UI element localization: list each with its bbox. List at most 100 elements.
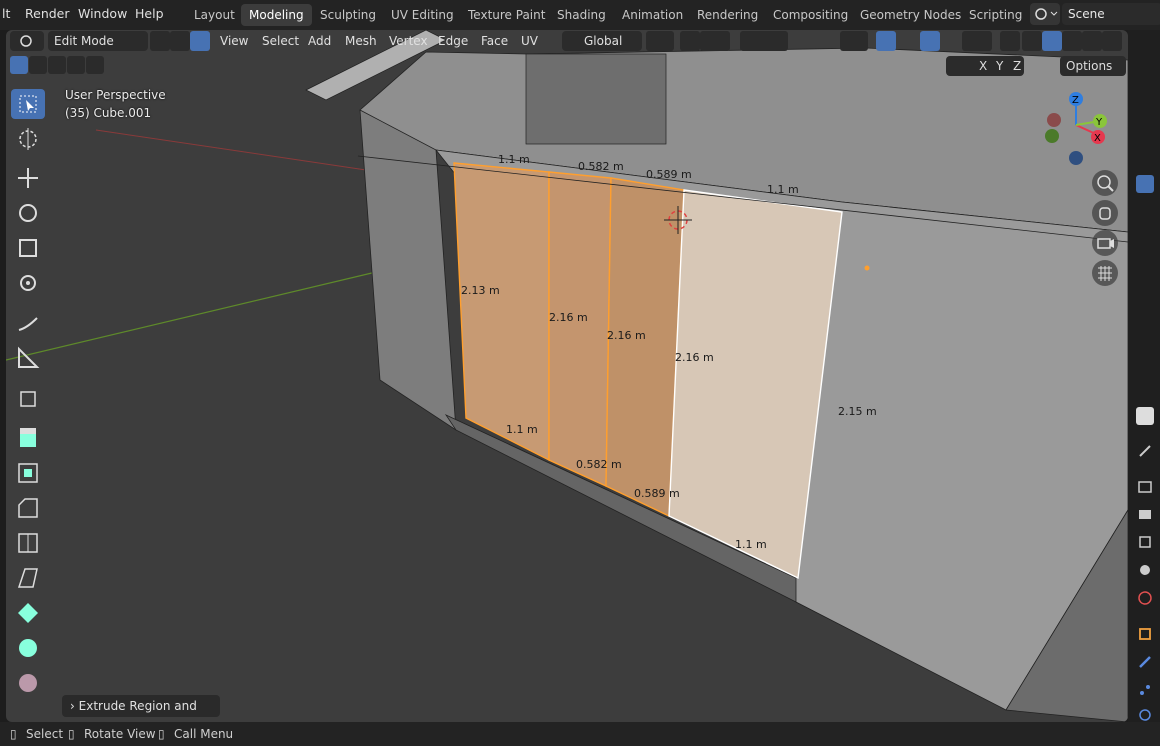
transform-orientation-dropdown[interactable]: Global — [562, 31, 642, 51]
transform-tool[interactable] — [11, 268, 45, 298]
menu-edge[interactable]: Edge — [432, 31, 474, 51]
menu-render[interactable]: Render — [25, 6, 70, 21]
status-select: Select — [26, 727, 64, 741]
edge-select-mode[interactable] — [170, 31, 190, 51]
zoom-icon — [1097, 175, 1114, 192]
mode-dropdown[interactable]: Edit Mode — [48, 31, 148, 51]
measure-label: 2.16 m — [675, 351, 714, 364]
menu-mesh[interactable]: Mesh — [339, 31, 383, 51]
navigation-gizmo[interactable]: Z Y X — [1036, 85, 1126, 175]
select-new-mode[interactable] — [10, 56, 28, 74]
wireframe-view-button[interactable] — [1022, 31, 1042, 51]
output-properties-icon[interactable] — [1136, 505, 1154, 523]
spin-tool[interactable] — [11, 633, 45, 663]
world-properties-icon[interactable] — [1136, 589, 1154, 607]
tab-texture-paint[interactable]: Texture Paint — [460, 4, 553, 26]
tab-layout[interactable]: Layout — [186, 4, 243, 26]
camera-icon — [1097, 238, 1114, 249]
scale-tool[interactable] — [11, 233, 45, 263]
inset-icon — [18, 463, 38, 483]
menu-add[interactable]: Add — [302, 31, 337, 51]
select-intersect-mode[interactable] — [86, 56, 104, 74]
cursor-tool[interactable] — [11, 124, 45, 154]
editor-type-dropdown[interactable] — [10, 31, 44, 51]
bevel-tool[interactable] — [11, 493, 45, 523]
menu-help[interactable]: Help — [135, 6, 164, 21]
snap-target-dropdown[interactable] — [700, 31, 730, 51]
tab-rendering[interactable]: Rendering — [689, 4, 766, 26]
scene-selector-button[interactable] — [1030, 3, 1060, 25]
particles-icon[interactable] — [1136, 681, 1154, 699]
poly-build-tool[interactable] — [11, 598, 45, 628]
tab-sculpting[interactable]: Sculpting — [312, 4, 384, 26]
vertex-select-mode[interactable] — [150, 31, 170, 51]
camera-view-button[interactable] — [1092, 230, 1118, 256]
proportional-editing[interactable] — [740, 31, 788, 51]
menu-face[interactable]: Face — [475, 31, 514, 51]
scene-properties-icon[interactable] — [1136, 561, 1154, 579]
measure-label: 0.582 m — [576, 458, 622, 471]
wireframe-shading[interactable] — [1000, 31, 1020, 51]
add-cube-tool[interactable] — [11, 383, 45, 413]
mirror-y-toggle[interactable]: Y — [996, 59, 1003, 73]
options-dropdown[interactable]: Options — [1060, 56, 1126, 76]
gizmo-toggle[interactable] — [876, 31, 896, 51]
render-properties-icon[interactable] — [1136, 478, 1154, 496]
modifier-wrench-icon[interactable] — [1136, 653, 1154, 671]
solid-view-button[interactable] — [1042, 31, 1062, 51]
snap-toggle[interactable] — [680, 31, 700, 51]
material-view-button[interactable] — [1062, 31, 1082, 51]
hand-icon — [1099, 207, 1111, 220]
mirror-x-toggle[interactable]: X — [979, 59, 987, 73]
knife-tool[interactable] — [11, 563, 45, 593]
pivot-point-dropdown[interactable] — [646, 31, 674, 51]
scene-name-field[interactable]: Scene — [1062, 3, 1160, 25]
view-layer-icon[interactable] — [1136, 533, 1154, 551]
tool-properties-icon[interactable] — [1136, 407, 1154, 425]
select-invert-mode[interactable] — [67, 56, 85, 74]
mirror-z-toggle[interactable]: Z — [1013, 59, 1021, 73]
menu-file-truncated[interactable]: lt — [2, 6, 10, 21]
scale-icon — [19, 239, 37, 257]
pan-button[interactable] — [1092, 200, 1118, 226]
tab-shading[interactable]: Shading — [549, 4, 614, 26]
menu-uv[interactable]: UV — [515, 31, 544, 51]
visibility-dropdown[interactable] — [840, 31, 868, 51]
tab-compositing[interactable]: Compositing — [765, 4, 856, 26]
loop-cut-tool[interactable] — [11, 528, 45, 558]
chevron-right-icon: › — [70, 699, 75, 713]
tab-scripting[interactable]: Scripting — [961, 4, 1030, 26]
shading-options-dropdown[interactable] — [1102, 31, 1122, 51]
menu-view[interactable]: View — [214, 31, 254, 51]
mouse-middle-icon: ▯ — [68, 727, 75, 741]
smooth-tool[interactable] — [11, 668, 45, 698]
move-tool[interactable] — [11, 163, 45, 193]
ortho-toggle-button[interactable] — [1092, 260, 1118, 286]
tab-modeling[interactable]: Modeling — [241, 4, 312, 26]
face-select-mode[interactable] — [190, 31, 210, 51]
menu-window[interactable]: Window — [78, 6, 127, 21]
object-properties-icon[interactable] — [1136, 625, 1154, 643]
select-box-tool[interactable] — [11, 89, 45, 119]
menu-vertex[interactable]: Vertex — [383, 31, 434, 51]
tab-uv-editing[interactable]: UV Editing — [383, 4, 462, 26]
zoom-button[interactable] — [1092, 170, 1118, 196]
extrude-region-tool[interactable] — [11, 423, 45, 453]
select-subtract-mode[interactable] — [48, 56, 66, 74]
rendered-view-button[interactable] — [1082, 31, 1102, 51]
rotate-tool[interactable] — [11, 198, 45, 228]
last-operator-panel[interactable]: › Extrude Region and Move — [62, 695, 220, 735]
tab-geometry-nodes[interactable]: Geometry Nodes — [852, 4, 969, 26]
3d-viewport[interactable]: 1.1 m 0.582 m 0.589 m 1.1 m 2.13 m 2.16 … — [6, 30, 1128, 722]
xray-toggle[interactable] — [962, 31, 992, 51]
annotate-tool[interactable] — [11, 308, 45, 338]
measure-tool[interactable] — [11, 343, 45, 373]
cursor-select-icon — [19, 95, 37, 113]
inset-faces-tool[interactable] — [11, 458, 45, 488]
outliner-toggle-icon[interactable] — [1136, 175, 1154, 193]
overlay-toggle[interactable] — [920, 31, 940, 51]
wrench-tool-icon[interactable] — [1136, 442, 1154, 460]
menu-select[interactable]: Select — [256, 31, 305, 51]
tab-animation[interactable]: Animation — [614, 4, 691, 26]
select-extend-mode[interactable] — [29, 56, 47, 74]
